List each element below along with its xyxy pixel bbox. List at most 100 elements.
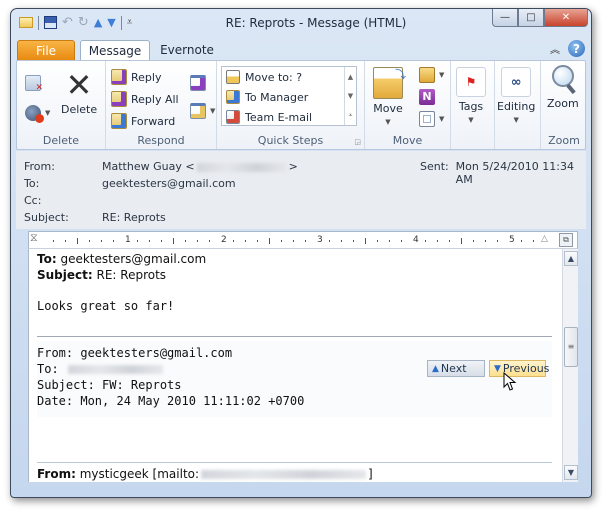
onenote-button[interactable]: N <box>419 89 435 105</box>
ruler-tick <box>89 240 90 242</box>
body-to-value: geektesters@gmail.com <box>56 252 207 266</box>
group-quick-steps: Move to: ? To Manager Team E-mail ▲ ▼ ⩡ … <box>217 61 365 149</box>
zoom-button[interactable]: Zoom <box>547 65 579 110</box>
subject-label: Subject: <box>24 211 69 224</box>
quoted-header-block: From: geektesters@gmail.com To: Subject:… <box>37 341 552 417</box>
dialog-launcher-icon[interactable]: ◲ <box>354 138 361 146</box>
ruler-tick <box>377 240 378 242</box>
move-label: Move <box>373 102 403 115</box>
help-area: ︽ ? <box>550 40 585 57</box>
scroll-up-icon: ▲ <box>567 254 575 263</box>
group-label: Respond <box>137 134 185 147</box>
scroll-up-icon[interactable]: ▲ <box>348 73 353 81</box>
right-indent-marker-icon[interactable]: △ <box>541 234 548 244</box>
quick-steps-gallery: Move to: ? To Manager Team E-mail ▲ ▼ ⩡ <box>221 66 357 126</box>
group-editing[interactable]: ∞ Editing ▼ <box>495 61 541 149</box>
group-respond: Reply Reply All Forward ▼ Respond <box>106 61 217 149</box>
reply-button[interactable]: Reply <box>111 69 161 85</box>
quick-step-to-manager[interactable]: To Manager <box>222 87 356 107</box>
group-tags[interactable]: ⚑ Tags ▼ <box>451 61 495 149</box>
scrollbar-thumb[interactable]: ≡ <box>564 327 578 367</box>
scroll-down-icon[interactable]: ▼ <box>348 92 353 100</box>
message-header: From: Matthew Guay < > Sent: Mon 5/24/201… <box>16 151 586 229</box>
editing-button[interactable]: ∞ Editing ▼ <box>497 67 535 124</box>
indent-marker-icon[interactable]: ⧖ <box>30 231 38 245</box>
maximize-button[interactable]: □ <box>518 9 544 27</box>
ruler-tick <box>281 240 282 242</box>
from-bracket: > <box>288 160 298 173</box>
ribbon-tabs: File Message Evernote ︽ ? <box>11 37 591 62</box>
more-respond-button[interactable]: ▼ <box>190 103 215 119</box>
quick-step-move-to[interactable]: Move to: ? <box>222 67 356 87</box>
ruler-tick <box>389 240 390 242</box>
tab-evernote[interactable]: Evernote <box>155 40 219 61</box>
vertical-scrollbar[interactable]: ▲ ≡ ▼ <box>562 249 578 482</box>
rules-button[interactable]: ▼ <box>419 67 444 83</box>
ruler-tick <box>365 238 366 244</box>
actions-button[interactable]: ▼ <box>419 111 444 127</box>
ruler-tick <box>353 240 354 242</box>
next-button[interactable]: ▲ Next <box>427 360 485 377</box>
maximize-icon: □ <box>526 12 536 23</box>
scroll-up-button[interactable]: ▲ <box>564 251 578 266</box>
reply-all-button[interactable]: Reply All <box>111 91 179 107</box>
title-bar: ↶ ↻ ▲ ▼ ⩡ RE: Reprots - Message (HTML) —… <box>11 9 591 37</box>
divider <box>37 462 552 463</box>
help-icon[interactable]: ? <box>568 40 585 57</box>
to-value[interactable]: geektesters@gmail.com <box>102 177 236 190</box>
reply-icon <box>111 69 127 85</box>
quick-step-team-email[interactable]: Team E-mail <box>222 107 356 127</box>
ruler-number: 5 <box>509 235 515 245</box>
ruler-tick <box>305 240 306 242</box>
sent-label: Sent: <box>420 160 449 173</box>
ruler-tick <box>209 240 210 242</box>
redacted-email <box>201 470 367 479</box>
forward-label: Forward <box>131 114 176 128</box>
quick-step-label: Team E-mail <box>245 110 313 124</box>
ruler-number: 1 <box>125 235 131 245</box>
tags-button[interactable]: ⚑ Tags ▼ <box>456 67 486 124</box>
delete-button[interactable]: ✕ Delete <box>61 69 97 116</box>
from-value[interactable]: Matthew Guay < > <box>102 160 298 173</box>
expand-gallery-icon[interactable]: ⩡ <box>349 111 353 120</box>
header-to-row: To: geektesters@gmail.com <box>24 177 236 190</box>
ruler[interactable]: ⧖ 1 2 3 4 5 △ ⧉ <box>28 231 578 249</box>
junk-button[interactable]: ▼ <box>25 105 50 123</box>
ruler-tick <box>329 240 330 242</box>
previous-button[interactable]: ▼ Previous <box>489 360 549 377</box>
sent-value: Mon 5/24/2010 11:34 AM <box>455 160 574 186</box>
forward-button[interactable]: Forward <box>111 113 175 129</box>
footer-bracket: ] <box>368 467 373 481</box>
rules-icon <box>419 67 435 83</box>
ruler-tick <box>521 240 522 242</box>
close-icon: ✕ <box>561 12 571 23</box>
body-subject-label: Subject: <box>37 268 93 282</box>
quoted-date: Date: Mon, 24 May 2010 11:11:02 +0700 <box>37 394 305 408</box>
close-button[interactable]: ✕ <box>544 9 588 27</box>
ruler-tick <box>257 240 258 242</box>
quoted-subject: Subject: FW: Reprots <box>37 378 182 392</box>
minimize-button[interactable]: — <box>492 9 518 27</box>
group-label: Delete <box>42 134 80 147</box>
footer-from-value: mysticgeek [mailto: <box>75 467 200 481</box>
group-move: ⤵ Move ▼ ▼ N ▼ Move <box>365 61 451 149</box>
ignore-icon: ✕ <box>25 75 43 93</box>
tab-message[interactable]: Message <box>80 40 150 62</box>
ruler-tick <box>425 240 426 242</box>
tab-file[interactable]: File <box>17 40 75 61</box>
quoted-to-label: To: <box>37 362 66 376</box>
scroll-down-button[interactable]: ▼ <box>564 465 578 480</box>
ignore-button[interactable]: ✕ <box>25 75 43 93</box>
ruler-tick <box>485 240 486 242</box>
ruler-tick <box>233 240 234 242</box>
body-message: Looks great so far! <box>37 299 175 313</box>
view-ruler-icon[interactable]: ⧉ <box>559 233 573 247</box>
footer-from-label: From: <box>37 467 76 481</box>
meeting-reply-button[interactable] <box>190 75 206 91</box>
collapse-ribbon-icon[interactable]: ︽ <box>550 41 560 56</box>
ruler-tick <box>269 238 270 244</box>
move-button[interactable]: ⤵ Move ▼ <box>373 67 406 126</box>
ruler-tick <box>149 240 150 242</box>
message-body[interactable]: To: geektesters@gmail.com Subject: RE: R… <box>28 249 568 482</box>
magnifier-icon <box>551 65 576 95</box>
